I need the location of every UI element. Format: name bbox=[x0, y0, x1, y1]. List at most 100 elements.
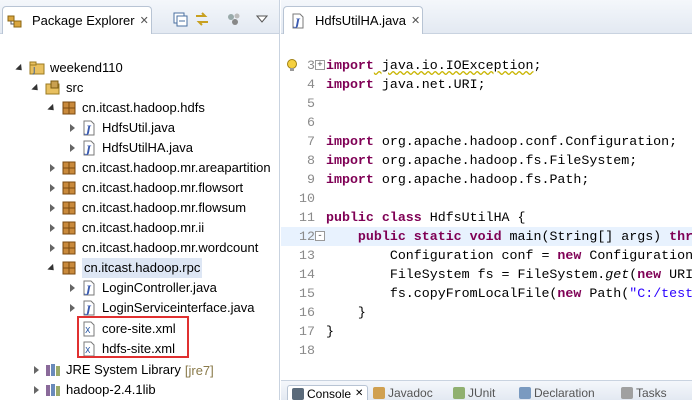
tree-label: weekend110 bbox=[50, 60, 123, 75]
collapsed-icon[interactable] bbox=[30, 380, 42, 400]
tree-item-package-ii[interactable]: cn.itcast.hadoop.mr.ii bbox=[46, 218, 204, 238]
link-with-editor-icon[interactable] bbox=[194, 11, 210, 27]
collapsed-icon[interactable] bbox=[46, 158, 58, 178]
code-line[interactable]: 5 bbox=[281, 94, 692, 113]
code-line[interactable]: 9 import org.apache.hadoop.fs.Path; bbox=[281, 170, 692, 189]
code-line[interactable]: 8 import org.apache.hadoop.fs.FileSystem; bbox=[281, 151, 692, 170]
tab-console[interactable]: Console ✕ bbox=[287, 385, 369, 400]
tasks-icon bbox=[621, 387, 633, 399]
fold-collapse-icon[interactable]: - bbox=[315, 231, 325, 241]
tab-label: HdfsUtilHA.java bbox=[315, 13, 407, 28]
tree-item-file-logincontroller[interactable]: J LoginController.java bbox=[66, 278, 217, 298]
close-icon[interactable]: ✕ bbox=[411, 14, 420, 27]
tree-item-file-hdfsutil[interactable]: J HdfsUtil.java bbox=[66, 118, 175, 138]
tab-declaration[interactable]: Declaration bbox=[519, 385, 595, 400]
code-line[interactable]: 15 fs.copyFromLocalFile(new Path("C:/tes… bbox=[281, 284, 692, 303]
tree-item-package-wordcount[interactable]: cn.itcast.hadoop.mr.wordcount bbox=[46, 238, 258, 258]
tree-item-hadoop-lib[interactable]: hadoop-2.4.1lib bbox=[30, 380, 156, 400]
code-line[interactable]: 14 FileSystem fs = FileSystem.get(new UR… bbox=[281, 265, 692, 284]
tree-item-file-loginservice[interactable]: J LoginServiceinterface.java bbox=[66, 298, 254, 318]
tree-item-package-flowsort[interactable]: cn.itcast.hadoop.mr.flowsort bbox=[46, 178, 243, 198]
tab-label: Javadoc bbox=[388, 386, 433, 400]
code-text: public class HdfsUtilHA { bbox=[326, 208, 526, 227]
java-file-icon: J bbox=[290, 13, 306, 29]
code-editor[interactable]: J HdfsUtilHA.java ✕ 3 + import java.io.IOE… bbox=[281, 0, 692, 380]
tab-package-explorer[interactable]: Package Explorer ✕ bbox=[2, 6, 152, 34]
tree-item-package-flowsum[interactable]: cn.itcast.hadoop.mr.flowsum bbox=[46, 198, 246, 218]
collapse-all-icon[interactable] bbox=[172, 11, 188, 27]
close-icon[interactable]: ✕ bbox=[355, 388, 363, 399]
javadoc-icon bbox=[373, 387, 385, 399]
collapsed-icon[interactable] bbox=[30, 360, 42, 380]
collapsed-icon[interactable] bbox=[66, 298, 78, 318]
keyword-token: import bbox=[326, 134, 374, 149]
code-text: fs.copyFromLocalFile(new Path("C:/test bbox=[326, 284, 692, 303]
package-icon bbox=[61, 260, 77, 276]
tree-item-package-hdfs[interactable]: cn.itcast.hadoop.hdfs bbox=[46, 98, 205, 118]
tree-label: src bbox=[66, 80, 84, 95]
tree-item-package-areapartition[interactable]: cn.itcast.hadoop.mr.areapartition bbox=[46, 158, 271, 178]
code-line[interactable]: 18 bbox=[281, 341, 692, 360]
code-token: java.io.IOException bbox=[373, 58, 534, 73]
code-line[interactable]: 4 import java.net.URI; bbox=[281, 75, 692, 94]
package-icon bbox=[61, 240, 77, 256]
tree-label: LoginServiceinterface.java bbox=[102, 300, 255, 315]
collapsed-icon[interactable] bbox=[46, 238, 58, 258]
code-line[interactable]: 17} bbox=[281, 322, 692, 341]
code-line[interactable]: 10 bbox=[281, 189, 692, 208]
code-text: import org.apache.hadoop.fs.Path; bbox=[326, 170, 589, 189]
close-icon[interactable]: ✕ bbox=[140, 14, 149, 27]
fold-expand-icon[interactable]: + bbox=[315, 60, 325, 70]
code-line[interactable]: 7 import org.apache.hadoop.conf.Configura… bbox=[281, 132, 692, 151]
code-text: import org.apache.hadoop.fs.FileSystem; bbox=[326, 151, 637, 170]
keyword-token: import bbox=[326, 58, 374, 73]
package-explorer-icon bbox=[7, 13, 23, 29]
code-line[interactable]: 3 + import java.io.IOException; bbox=[281, 56, 692, 75]
expand-icon[interactable] bbox=[14, 58, 26, 78]
java-file-icon: J bbox=[81, 300, 97, 316]
line-number: 10 bbox=[299, 191, 315, 206]
code-token: ; bbox=[533, 58, 550, 73]
code-line[interactable]: 12- public static void main(String[] arg… bbox=[281, 227, 692, 246]
code-line[interactable]: 16 } bbox=[281, 303, 692, 322]
collapsed-icon[interactable] bbox=[46, 178, 58, 198]
keyword-token: public static void bbox=[357, 229, 502, 244]
editor-tab-bar: J HdfsUtilHA.java ✕ bbox=[281, 0, 692, 34]
expand-icon[interactable] bbox=[46, 98, 58, 118]
java-project-icon: J bbox=[29, 60, 45, 76]
code-token: FileSystem fs = FileSystem. bbox=[326, 267, 606, 282]
code-token: } bbox=[326, 324, 334, 339]
code-line[interactable]: 13 Configuration conf = new Configuratio… bbox=[281, 246, 692, 265]
collapsed-icon[interactable] bbox=[46, 218, 58, 238]
collapsed-icon[interactable] bbox=[66, 278, 78, 298]
tab-hdfsutilha[interactable]: J HdfsUtilHA.java ✕ bbox=[283, 6, 423, 34]
expand-icon[interactable] bbox=[46, 258, 58, 278]
tree-item-package-rpc[interactable]: cn.itcast.hadoop.rpc bbox=[46, 258, 203, 278]
code-token: get bbox=[605, 267, 630, 282]
explorer-tab-bar: Package Explorer ✕ bbox=[0, 0, 279, 34]
tree-item-jre-library[interactable]: JRE System Library [jre7] bbox=[30, 360, 214, 380]
tree-item-src[interactable]: src bbox=[30, 78, 83, 98]
package-icon bbox=[61, 220, 77, 236]
tab-junit[interactable]: JUnit bbox=[453, 385, 495, 400]
code-token: Configuration conf = bbox=[326, 248, 558, 263]
view-options-icon[interactable] bbox=[226, 11, 242, 27]
tree-item-project[interactable]: J weekend110 bbox=[14, 58, 123, 78]
view-menu-chevron-down-icon[interactable] bbox=[254, 11, 270, 27]
code-token: fs.copyFromLocalFile( bbox=[326, 286, 558, 301]
tab-javadoc[interactable]: Javadoc bbox=[373, 385, 433, 400]
code-line[interactable]: 11 public class HdfsUtilHA { bbox=[281, 208, 692, 227]
keyword-token: import bbox=[326, 172, 374, 187]
code-token: java.net.URI; bbox=[373, 77, 486, 92]
bottom-views-tabbar: Console ✕ Javadoc JUnit Declaration Task… bbox=[281, 380, 692, 400]
code-text: } bbox=[326, 322, 334, 341]
tree-item-file-hdfsutilha[interactable]: J HdfsUtilHA.java bbox=[66, 138, 193, 158]
code-line[interactable]: 6 bbox=[281, 113, 692, 132]
tab-tasks[interactable]: Tasks bbox=[621, 385, 667, 400]
collapsed-icon[interactable] bbox=[66, 138, 78, 158]
collapsed-icon[interactable] bbox=[46, 198, 58, 218]
line-number: 5 bbox=[307, 96, 315, 111]
line-number: 8 bbox=[307, 153, 315, 168]
collapsed-icon[interactable] bbox=[66, 118, 78, 138]
expand-icon[interactable] bbox=[30, 78, 42, 98]
